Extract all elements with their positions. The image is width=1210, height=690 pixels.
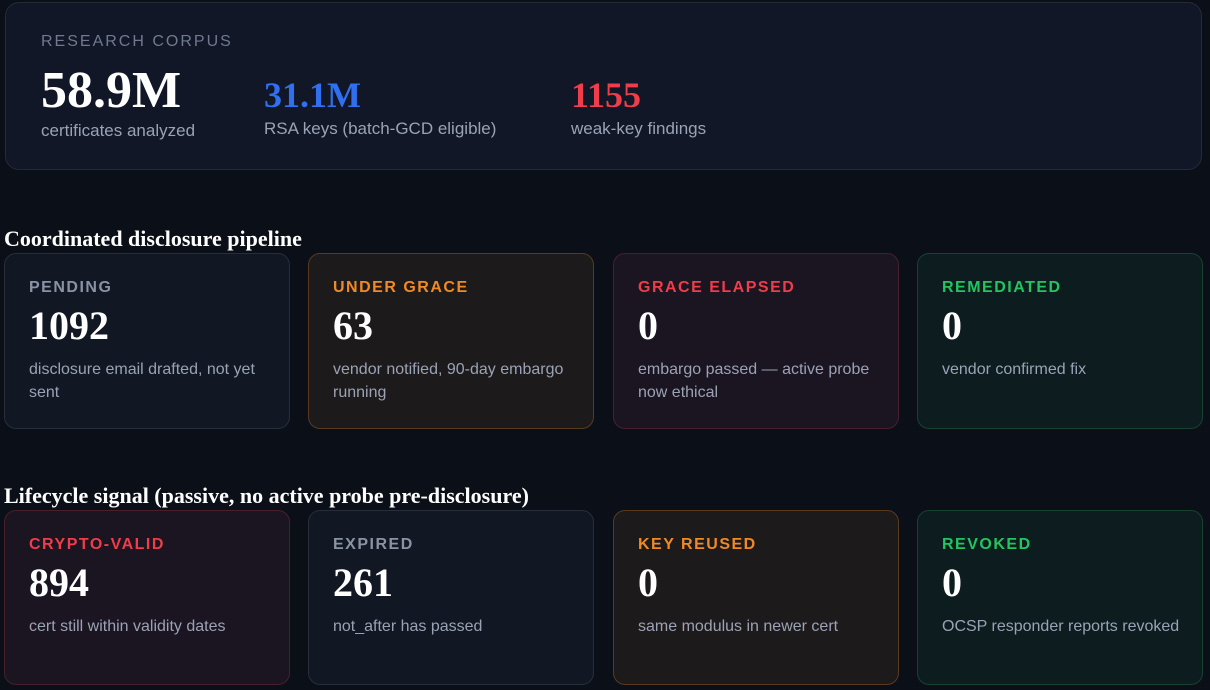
card-label: UNDER GRACE <box>333 279 469 296</box>
metric-label: weak-key findings <box>571 119 707 138</box>
card-value: 0 <box>942 560 962 605</box>
metric-value: 58.9M <box>41 62 182 119</box>
card-expired: EXPIRED 261 not_after has passed <box>308 510 594 685</box>
card-revoked: REVOKED 0 OCSP responder reports revoked <box>917 510 1203 685</box>
card-value: 261 <box>333 560 393 605</box>
lifecycle-section-title: Lifecycle signal (passive, no active pro… <box>4 483 529 509</box>
card-label: REMEDIATED <box>942 279 1062 296</box>
card-under-grace: UNDER GRACE 63 vendor notified, 90-day e… <box>308 253 594 429</box>
card-value: 0 <box>638 303 658 348</box>
card-description: cert still within validity dates <box>29 618 226 635</box>
card-label: EXPIRED <box>333 536 414 553</box>
card-label: GRACE ELAPSED <box>638 279 796 296</box>
card-label: CRYPTO-VALID <box>29 536 165 553</box>
pipeline-section-title: Coordinated disclosure pipeline <box>4 226 302 252</box>
card-description: not_after has passed <box>333 618 483 635</box>
card-description: OCSP responder reports revoked <box>942 618 1180 635</box>
metric-rsa-keys: 31.1M RSA keys (batch-GCD eligible) <box>264 77 496 139</box>
metric-certificates: 58.9M certificates analyzed <box>41 65 195 141</box>
card-remediated: REMEDIATED 0 vendor confirmed fix <box>917 253 1203 429</box>
card-value: 0 <box>638 560 658 605</box>
metric-value: 1155 <box>571 75 642 115</box>
research-corpus-panel: RESEARCH CORPUS 58.9M certificates analy… <box>5 2 1202 170</box>
card-description: disclosure email drafted, not yet sent <box>29 361 255 401</box>
card-description: same modulus in newer cert <box>638 618 839 635</box>
card-value: 1092 <box>29 303 109 348</box>
card-label: KEY REUSED <box>638 536 757 553</box>
card-grace-elapsed: GRACE ELAPSED 0 embargo passed — active … <box>613 253 899 429</box>
card-label: REVOKED <box>942 536 1032 553</box>
card-label: PENDING <box>29 279 113 296</box>
card-description: vendor notified, 90-day embargo running <box>333 361 564 401</box>
card-description: embargo passed — active probe now ethica… <box>638 361 870 401</box>
card-description: vendor confirmed fix <box>942 361 1087 378</box>
card-crypto-valid: CRYPTO-VALID 894 cert still within valid… <box>4 510 290 685</box>
card-value: 0 <box>942 303 962 348</box>
card-value: 894 <box>29 560 89 605</box>
card-pending: PENDING 1092 disclosure email drafted, n… <box>4 253 290 429</box>
metric-value: 31.1M <box>264 75 361 115</box>
metric-label: RSA keys (batch-GCD eligible) <box>264 119 497 138</box>
research-corpus-heading: RESEARCH CORPUS <box>41 33 233 50</box>
metric-weak-key-findings: 1155 weak-key findings <box>571 77 706 139</box>
metric-label: certificates analyzed <box>41 121 196 140</box>
card-key-reused: KEY REUSED 0 same modulus in newer cert <box>613 510 899 685</box>
card-value: 63 <box>333 303 373 348</box>
